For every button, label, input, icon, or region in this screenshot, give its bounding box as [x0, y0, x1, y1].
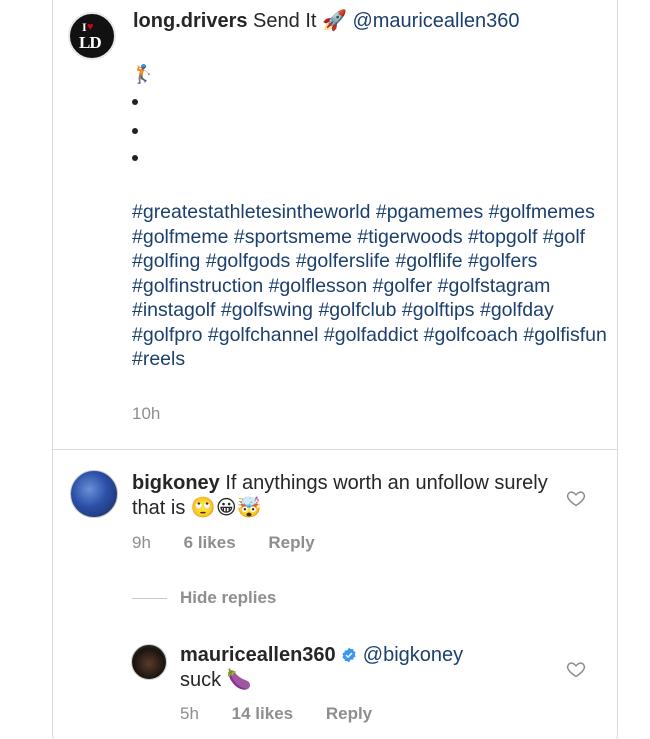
reply-avatar[interactable] — [131, 644, 167, 680]
caption-hashtags[interactable]: #greatestathletesintheworld #pgamemes #g… — [132, 200, 612, 372]
reply-meta: 5h 14 likes Reply — [180, 704, 400, 724]
comment-timestamp: 9h — [132, 533, 151, 552]
like-heart-icon[interactable] — [566, 659, 586, 679]
reply-timestamp: 5h — [180, 704, 199, 723]
reply-reply-button[interactable]: Reply — [326, 704, 372, 723]
comment-likes[interactable]: 6 likes — [184, 533, 236, 552]
comment-avatar[interactable] — [70, 470, 118, 518]
reply-body: mauriceallen360 @bigkoney suck 🍆 — [180, 643, 560, 693]
heart-logo-icon: ♥ — [87, 21, 94, 33]
comment-meta: 9h 6 likes Reply — [132, 533, 343, 553]
comment-reply-button[interactable]: Reply — [268, 533, 314, 552]
verified-badge-icon — [342, 647, 356, 663]
caption-header: long.drivers Send It 🚀 @mauriceallen360 — [133, 8, 520, 33]
post-author-username[interactable]: long.drivers — [133, 10, 247, 32]
caption-divider — [53, 449, 617, 450]
caption-dot — [132, 155, 138, 161]
reply-likes[interactable]: 14 likes — [232, 704, 293, 723]
hide-replies-line — [132, 598, 167, 599]
caption-title: Send It 🚀 — [253, 10, 347, 32]
caption-mention[interactable]: @mauriceallen360 — [352, 10, 519, 32]
post-timestamp: 10h — [132, 404, 161, 423]
reply-mention[interactable]: @bigkoney — [363, 644, 463, 666]
comment-username[interactable]: bigkoney — [132, 472, 220, 494]
post-author-avatar[interactable]: I ♥ LD — [68, 12, 116, 60]
caption-dot — [132, 128, 138, 134]
caption-dot — [132, 99, 138, 105]
reply-text: suck 🍆 — [180, 669, 252, 691]
like-heart-icon[interactable] — [566, 488, 586, 508]
hide-replies-button[interactable]: Hide replies — [180, 588, 276, 608]
reply-username[interactable]: mauriceallen360 — [180, 644, 336, 666]
golfer-emoji: 🏌 — [132, 64, 155, 84]
comment-body: bigkoney If anythings worth an unfollow … — [132, 471, 552, 521]
